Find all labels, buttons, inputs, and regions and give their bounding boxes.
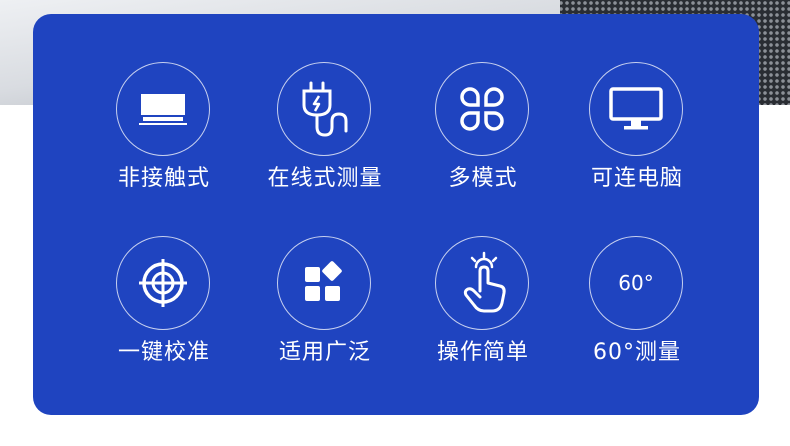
monitor-bracket-icon xyxy=(116,62,210,156)
feature-online-measurement: 在线式测量 xyxy=(245,62,405,222)
feature-label: 可连电脑 xyxy=(590,166,683,191)
plug-cable-icon xyxy=(277,62,371,156)
feature-pc-connect: 可连电脑 xyxy=(557,62,717,222)
computer-monitor-icon xyxy=(589,62,683,156)
crosshair-target-icon xyxy=(116,236,210,330)
feature-label: 操作简单 xyxy=(436,340,529,365)
four-petal-icon xyxy=(435,62,529,156)
feature-label: 在线式测量 xyxy=(267,166,383,191)
angle-text-icon: 60° xyxy=(589,236,683,330)
feature-easy-operation: 操作简单 xyxy=(403,236,563,396)
feature-60-degree-measurement: 60° 60°测量 xyxy=(557,236,717,396)
feature-panel: 非接触式 在线式测量 多模式 可连电脑 一键校准 适用广泛 操作简单 60° 6… xyxy=(33,14,759,415)
feature-label: 60°测量 xyxy=(593,340,681,365)
feature-non-contact: 非接触式 xyxy=(84,62,244,222)
feature-label: 一键校准 xyxy=(117,340,210,365)
feature-label: 多模式 xyxy=(448,166,518,191)
feature-wide-application: 适用广泛 xyxy=(245,236,405,396)
feature-label: 非接触式 xyxy=(117,166,210,191)
feature-multi-mode: 多模式 xyxy=(403,62,563,222)
feature-one-key-calibration: 一键校准 xyxy=(84,236,244,396)
tap-hand-icon xyxy=(435,236,529,330)
feature-label: 适用广泛 xyxy=(278,340,371,365)
angle-value-text: 60° xyxy=(618,271,654,295)
app-grid-icon xyxy=(277,236,371,330)
